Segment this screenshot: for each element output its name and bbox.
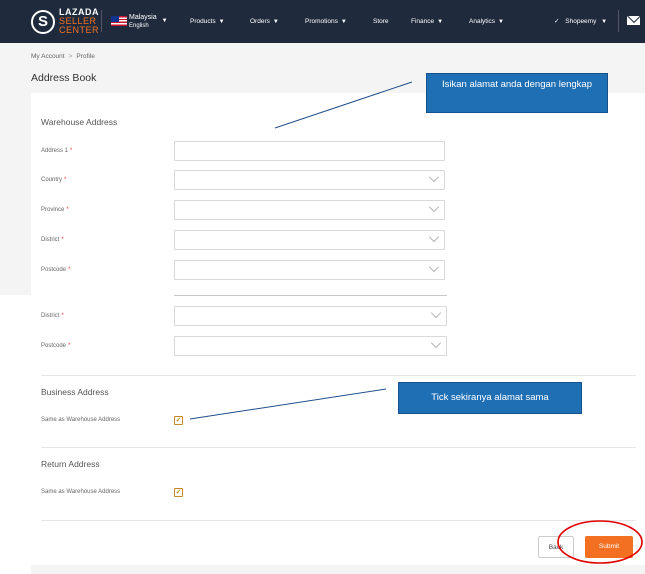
language-name: English [129,23,149,29]
nav-item-analytics[interactable]: Analytics ▼ [469,0,504,43]
checkmark-icon: ✓ [554,18,560,25]
chevron-down-icon [428,261,440,273]
field-label-country: Country * [41,177,67,183]
address-form-card [31,93,645,565]
country-language-selector[interactable]: Malaysia English ▼ [111,13,168,31]
back-button[interactable]: Back [538,536,574,558]
annotation-note-tick-same: Tick sekiranya alamat sama [398,382,582,414]
chevron-down-icon [430,337,442,349]
field-label-district-2: District * [41,313,64,319]
return-same-as-warehouse-checkbox[interactable]: ✓ [174,488,183,497]
field-label-province: Province * [41,207,69,213]
country-select[interactable] [174,170,445,190]
breadcrumb-profile: Profile [76,53,95,60]
divider [174,295,447,296]
malaysia-flag-icon [111,16,127,26]
messages-button[interactable] [618,10,645,32]
logo-text-center: CENTER [59,25,100,35]
country-name: Malaysia [129,14,157,21]
mail-icon [627,16,640,25]
caret-down-icon: ▼ [272,19,279,25]
top-navbar: S LAZADA SELLER CENTER Malaysia English … [0,0,645,43]
section-divider [41,520,636,521]
chevron-down-icon [428,201,440,213]
postcode-select-2[interactable] [174,336,447,356]
section-title-warehouse: Warehouse Address [41,117,118,127]
business-same-as-warehouse-label: Same as Warehouse Address [41,417,121,423]
chevron-down-icon [430,307,442,319]
district-select[interactable] [174,230,445,250]
field-label-postcode-2: Postcode * [41,343,71,349]
logo-icon: S [31,9,55,34]
nav-item-promotions[interactable]: Promotions ▼ [305,0,347,43]
chevron-down-icon [428,171,440,183]
province-select[interactable] [174,200,445,220]
caret-down-icon: ▼ [437,19,444,25]
breadcrumb: My Account > Profile [31,53,95,60]
caret-down-icon: ▼ [601,19,608,25]
annotation-note-fill-address: Isikan alamat anda dengan lengkap [426,73,608,113]
section-title-return: Return Address [41,459,100,469]
return-same-as-warehouse-label: Same as Warehouse Address [41,489,121,495]
business-same-as-warehouse-checkbox[interactable]: ✓ [174,416,183,425]
caret-down-icon: ▼ [218,19,225,25]
breadcrumb-separator: > [68,53,73,60]
field-label-district: District * [41,237,64,243]
page-title: Address Book [31,72,97,84]
chevron-down-icon [428,231,440,243]
section-title-business: Business Address [41,387,109,397]
submit-button[interactable]: Submit [585,536,633,558]
address-1-input[interactable] [174,141,445,161]
postcode-select[interactable] [174,260,445,280]
account-menu[interactable]: ✓ Shopeemy ▼ [554,0,607,44]
breadcrumb-my-account[interactable]: My Account [31,53,65,60]
nav-divider [101,10,102,32]
nav-item-store[interactable]: Store [373,0,389,43]
lazada-seller-center-logo[interactable]: S LAZADA SELLER CENTER [31,8,99,35]
nav-item-products[interactable]: Products ▼ [190,0,225,43]
field-label-address-1: Address 1 * [41,148,73,154]
field-label-postcode: Postcode * [41,267,71,273]
nav-item-orders[interactable]: Orders ▼ [250,0,279,43]
caret-down-icon: ▼ [340,19,347,25]
caret-down-icon: ▼ [161,18,168,24]
nav-item-finance[interactable]: Finance ▼ [411,0,443,43]
section-divider [41,375,636,376]
account-name: Shopeemy [565,18,597,25]
caret-down-icon: ▼ [498,19,504,25]
district-select-2[interactable] [174,306,447,326]
section-divider [41,447,636,448]
